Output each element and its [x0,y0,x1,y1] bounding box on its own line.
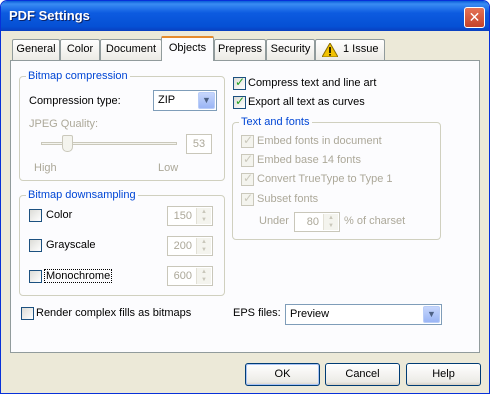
tab-issues-label: 1 Issue [343,43,379,55]
tab-general[interactable]: General [12,39,60,60]
convert-truetype-checkbox[interactable]: ✓ [241,171,254,186]
arrow-down-icon[interactable]: ▼ [197,216,211,224]
checkmark-icon: ✓ [235,94,246,108]
chevron-down-icon[interactable]: ▼ [198,92,215,109]
window-title: PDF Settings [9,8,90,23]
cancel-button[interactable]: Cancel [325,363,400,386]
subset-threshold-spinner[interactable]: 80 ▲ ▼ [294,212,340,232]
subset-fonts-checkbox[interactable]: ✓ [241,191,254,206]
of-charset-label: % of charset [344,215,406,227]
low-label: Low [158,162,179,174]
grayscale-spinner-arrows[interactable]: ▲ ▼ [196,238,211,254]
bitmap-compression-legend: Bitmap compression [26,70,130,82]
grayscale-checkbox[interactable] [29,239,42,252]
eps-files-label: EPS files: [233,307,281,319]
help-button[interactable]: Help [406,363,481,386]
tab-issues[interactable]: 1 Issue [315,39,385,60]
color-resolution-value: 150 [173,210,192,222]
chevron-down-icon[interactable]: ▼ [423,306,440,323]
under-label: Under [259,215,289,227]
subset-fonts-label: Subset fonts [257,193,319,205]
jpeg-quality-slider-thumb[interactable] [62,135,73,152]
checkmark-icon: ✓ [235,75,246,89]
close-button[interactable]: ✕ [464,7,485,28]
color-spinner-arrows[interactable]: ▲ ▼ [196,208,211,224]
color-label: Color [46,209,73,221]
compress-text-label: Compress text and line art [248,77,377,89]
grayscale-resolution-spinner[interactable]: 200 ▲ ▼ [167,236,213,256]
monochrome-label: Monochrome [44,269,113,283]
tab-objects[interactable]: Objects [161,36,214,61]
compression-type-value: ZIP [158,94,176,106]
text-and-fonts-legend: Text and fonts [239,116,312,128]
subset-spinner-arrows[interactable]: ▲ ▼ [323,214,338,230]
checkmark-icon: ✓ [243,133,254,147]
arrow-down-icon[interactable]: ▼ [197,246,211,254]
compress-text-checkbox[interactable]: ✓ [233,75,246,90]
bitmap-downsampling-legend: Bitmap downsampling [26,189,138,201]
compression-type-select[interactable]: ZIP ▼ [153,90,217,111]
arrow-up-icon[interactable]: ▲ [197,268,211,276]
checkmark-icon: ✓ [243,191,254,205]
export-text-curves-checkbox[interactable]: ✓ [233,94,246,109]
monochrome-checkbox[interactable] [29,270,42,283]
tab-security[interactable]: Security [266,39,315,60]
embed-fonts-checkbox[interactable]: ✓ [241,133,254,148]
pdf-settings-dialog: PDF Settings ✕ General Color Document Ob… [0,0,490,394]
grayscale-resolution-value: 200 [173,240,192,252]
tab-document[interactable]: Document [100,39,162,60]
color-resolution-spinner[interactable]: 150 ▲ ▼ [167,206,213,226]
ok-button[interactable]: OK [245,363,320,386]
tab-prepress[interactable]: Prepress [214,39,266,60]
embed-fonts-label: Embed fonts in document [257,135,382,147]
arrow-up-icon[interactable]: ▲ [197,238,211,246]
color-checkbox[interactable] [29,209,42,222]
grayscale-label: Grayscale [46,239,96,251]
export-text-curves-label: Export all text as curves [248,96,365,108]
embed-base14-label: Embed base 14 fonts [257,154,361,166]
eps-files-value: Preview [290,308,330,320]
checkmark-icon: ✓ [243,152,254,166]
jpeg-quality-input[interactable]: 53 [186,134,212,154]
convert-truetype-label: Convert TrueType to Type 1 [257,173,393,185]
arrow-down-icon[interactable]: ▼ [324,222,338,230]
compression-type-label: Compression type: [29,95,121,107]
jpeg-quality-label: JPEG Quality: [29,118,99,130]
eps-files-select[interactable]: Preview ▼ [285,304,442,325]
high-label: High [34,162,57,174]
monochrome-spinner-arrows[interactable]: ▲ ▼ [196,268,211,284]
render-complex-fills-checkbox[interactable] [21,307,34,320]
subset-threshold-value: 80 [306,216,319,228]
arrow-up-icon[interactable]: ▲ [197,208,211,216]
tab-color[interactable]: Color [60,39,100,60]
embed-base14-checkbox[interactable]: ✓ [241,152,254,167]
render-complex-fills-label: Render complex fills as bitmaps [36,307,192,319]
monochrome-resolution-value: 600 [173,270,192,282]
checkmark-icon: ✓ [243,171,254,185]
warning-icon [322,43,338,57]
title-bar[interactable]: PDF Settings ✕ [1,1,489,31]
monochrome-resolution-spinner[interactable]: 600 ▲ ▼ [167,266,213,286]
arrow-up-icon[interactable]: ▲ [324,214,338,222]
arrow-down-icon[interactable]: ▼ [197,276,211,284]
